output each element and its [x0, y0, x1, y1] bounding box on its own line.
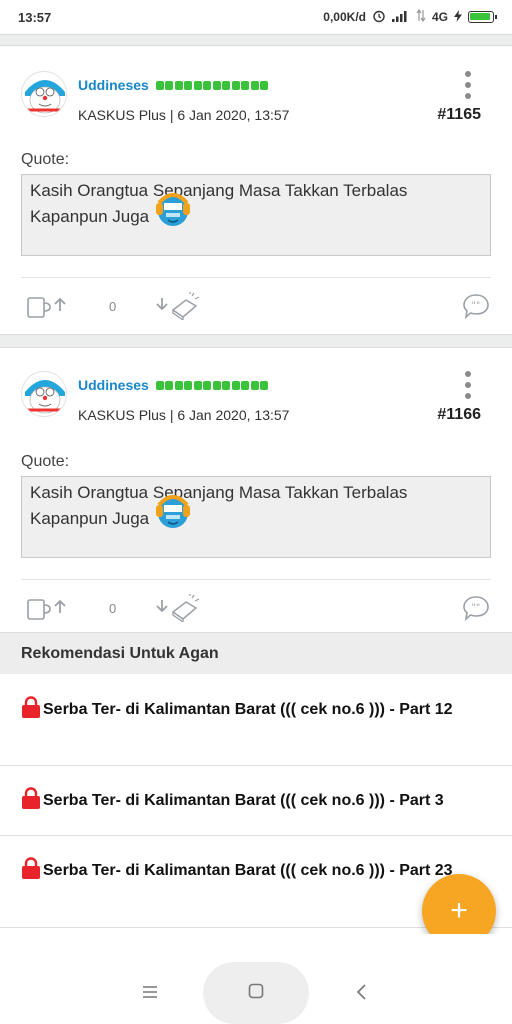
network-speed: 0,00K/d — [323, 10, 366, 24]
recommendation-item[interactable]: Serba Ter- di Kalimantan Barat ((( cek n… — [0, 766, 512, 836]
status-indicators: 0,00K/d 4G — [323, 8, 497, 26]
post-meta: KASKUS Plus | 6 Jan 2020, 13:57 — [78, 407, 290, 423]
reputation-bar — [155, 380, 269, 390]
reply-bubble-icon[interactable]: " " — [461, 594, 491, 622]
post-actions: 0 " " — [21, 580, 491, 636]
quote-box: Kasih Orangtua Sepanjang Masa Takkan Ter… — [21, 476, 491, 558]
lock-icon — [21, 787, 41, 809]
svg-text:": " — [476, 603, 480, 613]
post-actions: 0 " " — [21, 278, 491, 334]
post-number[interactable]: #1166 — [437, 406, 481, 424]
post-separator — [0, 34, 512, 46]
navigation-bar — [0, 934, 512, 1024]
quote-line-1: Kasih Orangtua Sepanjang Masa Takkan Ter… — [30, 483, 408, 502]
quote-line-2: Kapanpun Juga — [30, 509, 150, 528]
thread-content[interactable]: Uddineses KASKUS Plus | 6 Jan 2020, 13:5… — [0, 34, 512, 934]
username-text[interactable]: Uddineses — [78, 77, 149, 93]
avatar[interactable] — [21, 371, 67, 417]
username[interactable]: Uddineses — [78, 377, 269, 393]
vote-count: 0 — [109, 600, 117, 616]
bata-downvote-icon[interactable] — [154, 292, 202, 320]
data-arrows-icon — [416, 8, 426, 25]
post: Uddineses KASKUS Plus | 6 Jan 2020, 13:5… — [0, 348, 512, 636]
back-chevron-icon[interactable] — [354, 983, 370, 1006]
quote-label: Quote: — [21, 453, 70, 470]
recommendation-title[interactable]: Serba Ter- di Kalimantan Barat ((( cek n… — [43, 701, 453, 718]
quote-label: Quote: — [21, 151, 70, 168]
username-text[interactable]: Uddineses — [78, 377, 149, 393]
signal-icon — [391, 10, 410, 25]
more-vert-icon[interactable] — [462, 371, 474, 399]
cendol-upvote-icon[interactable] — [27, 292, 71, 320]
username[interactable]: Uddineses — [78, 77, 269, 93]
quote-line-1: Kasih Orangtua Sepanjang Masa Takkan Ter… — [30, 181, 408, 200]
vote-count: 0 — [109, 298, 117, 314]
battery-icon — [468, 11, 497, 23]
reputation-bar — [155, 80, 269, 90]
post: Uddineses KASKUS Plus | 6 Jan 2020, 13:5… — [0, 46, 512, 334]
post-meta: KASKUS Plus | 6 Jan 2020, 13:57 — [78, 107, 290, 123]
forum-emoticon-icon — [153, 491, 193, 531]
lock-icon — [21, 857, 41, 879]
status-time: 13:57 — [18, 9, 52, 25]
svg-text:": " — [476, 301, 480, 311]
recommendation-title[interactable]: Serba Ter- di Kalimantan Barat ((( cek n… — [43, 862, 453, 879]
post-separator — [0, 334, 512, 348]
forum-emoticon-icon — [153, 189, 193, 229]
recommendation-item[interactable]: Serba Ter- di Kalimantan Barat ((( cek n… — [0, 674, 512, 766]
charging-icon — [454, 9, 462, 25]
recommendations-header: Rekomendasi Untuk Agan — [0, 632, 512, 674]
network-type: 4G — [431, 10, 448, 24]
more-vert-icon[interactable] — [462, 71, 474, 99]
recommendation-title[interactable]: Serba Ter- di Kalimantan Barat ((( cek n… — [43, 792, 444, 809]
avatar[interactable] — [21, 71, 67, 117]
lock-icon — [21, 696, 41, 718]
reply-bubble-icon[interactable]: " " — [461, 292, 491, 320]
cendol-upvote-icon[interactable] — [27, 594, 71, 622]
quote-box: Kasih Orangtua Sepanjang Masa Takkan Ter… — [21, 174, 491, 256]
alarm-icon — [372, 9, 386, 26]
home-square-icon — [247, 982, 265, 1005]
menu-icon[interactable] — [141, 984, 159, 1005]
status-bar: 13:57 0,00K/d 4G — [0, 0, 512, 34]
quote-line-2: Kapanpun Juga — [30, 207, 150, 226]
post-number[interactable]: #1165 — [437, 106, 481, 124]
bata-downvote-icon[interactable] — [154, 594, 202, 622]
home-button[interactable] — [203, 962, 309, 1024]
